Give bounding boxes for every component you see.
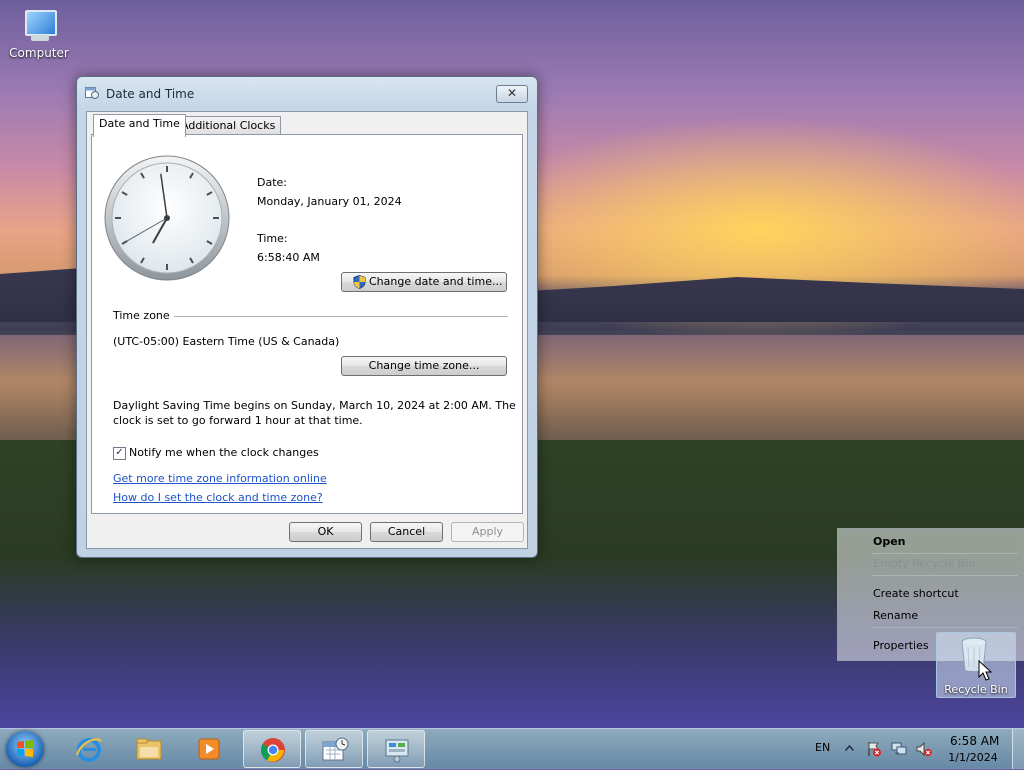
- taskbar-chrome[interactable]: [243, 730, 301, 768]
- change-time-zone-button[interactable]: Change time zone...: [341, 356, 507, 376]
- calendar-clock-icon: [85, 87, 99, 99]
- notify-label: Notify me when the clock changes: [129, 446, 319, 459]
- recycle-bin-label: Recycle Bin: [944, 683, 1008, 696]
- menu-item-empty-recycle-bin[interactable]: Empty Recycle Bin: [873, 557, 975, 570]
- volume-muted-icon[interactable]: [916, 741, 932, 757]
- desktop-icon-computer[interactable]: Computer: [8, 10, 70, 60]
- change-date-time-label: Change date and time...: [369, 275, 503, 288]
- taskbar: EN 6:58 AM 1/1/2024: [0, 728, 1024, 769]
- tab-additional-clocks[interactable]: Additional Clocks: [175, 116, 282, 135]
- tab-panel-date-and-time: Date: Monday, January 01, 2024 Time: 6:5…: [91, 134, 523, 514]
- dst-info-line2: clock is set to go forward 1 hour at tha…: [113, 414, 363, 427]
- date-value: Monday, January 01, 2024: [257, 195, 402, 208]
- dialog-title: Date and Time: [106, 87, 195, 101]
- close-button[interactable]: ✕: [496, 85, 528, 103]
- chrome-icon: [260, 738, 285, 762]
- taskbar-date-time[interactable]: [305, 730, 363, 768]
- uac-shield-icon: [353, 275, 366, 289]
- desktop-icon-recycle-bin[interactable]: Recycle Bin: [936, 632, 1016, 698]
- date-label: Date:: [257, 176, 287, 189]
- media-player-icon: [198, 738, 220, 760]
- mouse-pointer-icon: [978, 660, 992, 681]
- show-desktop-button[interactable]: [1012, 729, 1024, 769]
- menu-separator: [872, 627, 1018, 628]
- clock-help-link[interactable]: How do I set the clock and time zone?: [113, 491, 323, 504]
- tray-clock-date[interactable]: 1/1/2024: [947, 751, 999, 764]
- taskbar-internet-explorer[interactable]: [60, 730, 118, 768]
- notify-checkbox[interactable]: ✓: [113, 447, 126, 460]
- dst-info-line1: Daylight Saving Time begins on Sunday, M…: [113, 399, 516, 412]
- folder-icon: [136, 738, 162, 760]
- language-indicator[interactable]: EN: [815, 741, 830, 754]
- internet-explorer-icon: [76, 738, 102, 762]
- computer-icon: [19, 10, 59, 44]
- menu-separator: [872, 575, 1018, 576]
- time-label: Time:: [257, 232, 288, 245]
- time-zone-separator: [174, 316, 508, 317]
- time-zone-info-link[interactable]: Get more time zone information online: [113, 472, 327, 485]
- tray-clock-time[interactable]: 6:58 AM: [950, 734, 999, 748]
- control-panel-icon: [385, 739, 409, 763]
- menu-item-create-shortcut[interactable]: Create shortcut: [873, 587, 959, 600]
- menu-separator: [872, 553, 1018, 554]
- apply-button[interactable]: Apply: [451, 522, 524, 542]
- menu-item-open[interactable]: Open: [873, 535, 906, 548]
- taskbar-media-player[interactable]: [180, 730, 238, 768]
- close-icon: ✕: [506, 86, 518, 100]
- dialog-body: Date and Time Additional Clocks Date: Mo…: [86, 111, 528, 549]
- checkmark-icon: ✓: [115, 447, 124, 458]
- time-zone-value: (UTC-05:00) Eastern Time (US & Canada): [113, 335, 340, 348]
- windows-logo-icon: [17, 740, 33, 757]
- action-center-flag-icon[interactable]: [866, 741, 882, 757]
- ok-button[interactable]: OK: [289, 522, 362, 542]
- taskbar-control-panel[interactable]: [367, 730, 425, 768]
- show-hidden-icons-chevron-icon[interactable]: [845, 745, 854, 751]
- desktop-icon-computer-label: Computer: [9, 46, 69, 60]
- cancel-button[interactable]: Cancel: [370, 522, 443, 542]
- calendar-clock-icon: [322, 737, 349, 761]
- time-value: 6:58:40 AM: [257, 251, 320, 264]
- change-date-time-button[interactable]: Change date and time...: [341, 272, 507, 292]
- network-icon[interactable]: [891, 741, 907, 757]
- menu-item-properties[interactable]: Properties: [873, 639, 929, 652]
- time-zone-heading: Time zone: [113, 309, 170, 322]
- menu-item-rename[interactable]: Rename: [873, 609, 918, 622]
- date-and-time-dialog: Date and Time ✕ Date and Time Additional…: [76, 76, 538, 558]
- tab-date-and-time[interactable]: Date and Time: [93, 114, 186, 137]
- taskbar-file-explorer[interactable]: [120, 730, 178, 768]
- start-button[interactable]: [6, 731, 44, 767]
- analog-clock: [104, 155, 230, 281]
